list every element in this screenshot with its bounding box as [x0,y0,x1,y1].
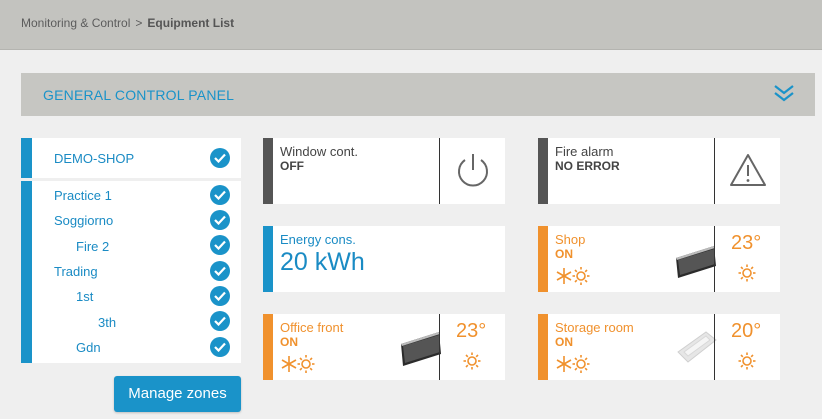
check-icon[interactable] [210,235,230,255]
zone-item-gdn[interactable]: Gdn [76,340,101,355]
auto-mode-icon [556,267,590,285]
wall-unit-icon [676,246,716,278]
sun-icon[interactable] [738,352,756,370]
sun-icon[interactable] [738,264,756,282]
tile-name: Office front [280,320,344,335]
check-icon[interactable] [210,210,230,230]
check-icon[interactable] [210,185,230,205]
tile-name: Storage room [555,320,634,335]
wall-unit-icon [401,332,441,366]
check-icon[interactable] [210,286,230,306]
tile-name: Window cont. [280,144,359,159]
tile-divider [714,138,715,204]
tile-name: Fire alarm [555,144,614,159]
zone-root-label: DEMO-SHOP [54,151,135,166]
temperature-value: 23° [456,320,487,342]
tile-name: Energy cons. [280,232,356,247]
temperature-value: 20° [731,320,762,342]
breadcrumb-parent[interactable]: Monitoring & Control [21,16,130,30]
tile-storage-room[interactable]: Storage room ON 20° [538,314,780,380]
tile-divider [714,226,715,292]
check-icon[interactable] [210,148,230,168]
zone-item-fire-2[interactable]: Fire 2 [76,239,109,254]
tile-divider [714,314,715,380]
temperature-value: 23° [731,232,762,254]
breadcrumb-current: Equipment List [147,16,235,30]
tile-office-front[interactable]: Office front ON 23° [263,314,505,380]
power-icon[interactable] [453,150,493,190]
panel-title: GENERAL CONTROL PANEL [43,87,235,103]
double-chevron-down-icon[interactable] [773,83,795,103]
tile-divider [439,314,440,380]
tile-state: NO ERROR [555,159,620,173]
tile-fire-alarm[interactable]: Fire alarm NO ERROR [538,138,780,204]
tile-shop[interactable]: Shop ON 23° [538,226,780,292]
sun-icon[interactable] [463,352,481,370]
check-icon[interactable] [210,261,230,281]
tile-state: ON [280,335,298,349]
control-panel-header[interactable]: GENERAL CONTROL PANEL [21,73,815,116]
warning-icon [730,154,766,186]
breadcrumb-separator: > [135,16,143,30]
tile-window-control[interactable]: Window cont. OFF [263,138,505,204]
tile-energy-consumption[interactable]: Energy cons. 20 kWh [263,226,505,292]
auto-mode-icon [556,355,590,373]
zone-item-3th[interactable]: 3th [98,315,116,330]
tile-state: OFF [280,159,304,173]
tile-name: Shop [555,232,586,247]
zone-item-trading[interactable]: Trading [54,264,98,279]
manage-zones-button[interactable]: Manage zones [114,376,241,412]
zone-list: Practice 1 Soggiorno Fire 2 Trading 1st … [21,181,241,363]
auto-mode-icon [281,355,315,373]
tile-divider [439,138,440,204]
zone-item-1st[interactable]: 1st [76,289,93,304]
check-icon[interactable] [210,311,230,331]
zone-item-soggiorno[interactable]: Soggiorno [54,213,113,228]
zone-item-practice-1[interactable]: Practice 1 [54,188,112,203]
tile-state: ON [555,335,573,349]
energy-value: 20 kWh [280,248,365,276]
top-bar: Monitoring & Control > Equipment List [0,0,822,50]
zone-root[interactable]: DEMO-SHOP [21,138,241,178]
check-icon[interactable] [210,337,230,357]
tile-state: ON [555,247,573,261]
cassette-unit-icon [677,331,717,363]
breadcrumb: Monitoring & Control > Equipment List [21,16,234,30]
